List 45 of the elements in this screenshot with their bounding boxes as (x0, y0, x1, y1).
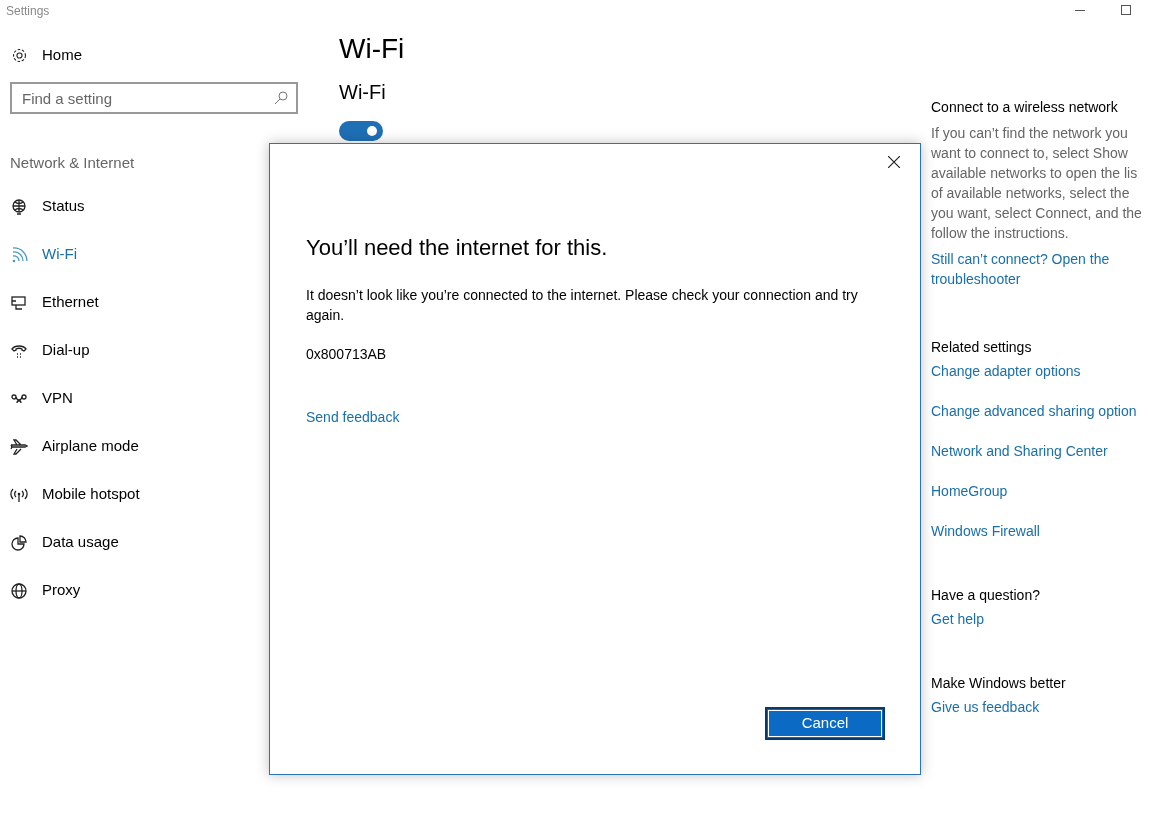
page-title: Wi-Fi (339, 32, 406, 66)
feedback-link[interactable]: Send feedback (306, 407, 400, 428)
help-text: If you can’t find the network you want to connect to, select Show available networks to open the lis of available networks, select the you want, select Connect, and the follow the instructions. (931, 124, 1142, 243)
nav-item[interactable]: Data usage (10, 518, 119, 567)
error-code: 0x800713AB (306, 345, 388, 364)
nav-item[interactable]: Airplane mode (10, 422, 139, 471)
settings-icon (11, 46, 28, 64)
nav-item[interactable]: Status (10, 182, 85, 231)
wifi-toggle[interactable] (339, 121, 383, 141)
link[interactable]: Change advanced sharing option (931, 401, 1137, 421)
link[interactable]: Windows Firewall (931, 521, 1040, 541)
maximize-icon (1121, 5, 1131, 15)
home-link[interactable]: Home (42, 43, 82, 67)
section-heading: Network & Internet (10, 153, 136, 173)
airplane-icon (10, 437, 28, 456)
nav-item[interactable]: Proxy (10, 566, 81, 615)
link[interactable]: Give us feedback (931, 697, 1040, 717)
link[interactable]: Change adapter options (931, 361, 1081, 381)
globe-icon (10, 197, 28, 216)
cancel-button[interactable]: Cancel (765, 707, 885, 740)
nav-item[interactable]: Dial-up (10, 326, 90, 375)
close-icon (888, 156, 900, 168)
search-field[interactable]: Find a setting (10, 82, 298, 114)
window-title: Settings (5, 3, 50, 20)
pie-chart-icon (10, 533, 28, 552)
section-heading: Have a question? (931, 586, 1040, 605)
search-icon (274, 91, 288, 105)
nav-item[interactable]: VPN (10, 374, 73, 423)
dialog-message: It doesn’t look like you’re connected to the internet. Please check your connection and try again. (306, 286, 859, 325)
nav-item[interactable]: Mobile hotspot (10, 470, 140, 519)
section-heading: Connect to a wireless network (931, 98, 1118, 117)
wifi-icon (10, 245, 28, 264)
dialog-title: You’ll need the internet for this. (306, 234, 609, 262)
nav-item[interactable]: Ethernet (10, 278, 99, 327)
nav-item[interactable]: Wi-Fi (10, 230, 77, 279)
link[interactable]: Still can’t connect? Open the troubleshooter (931, 249, 1131, 289)
globe-icon (10, 581, 28, 600)
monitor-icon (10, 293, 28, 312)
section-heading: Related settings (931, 338, 1032, 357)
link[interactable]: HomeGroup (931, 481, 1008, 501)
link[interactable]: Network and Sharing Center (931, 441, 1108, 461)
section-heading: Make Windows better (931, 674, 1066, 693)
section-title: Wi-Fi (339, 80, 387, 105)
minimize-icon (1075, 9, 1085, 11)
link[interactable]: Get help (931, 609, 984, 629)
